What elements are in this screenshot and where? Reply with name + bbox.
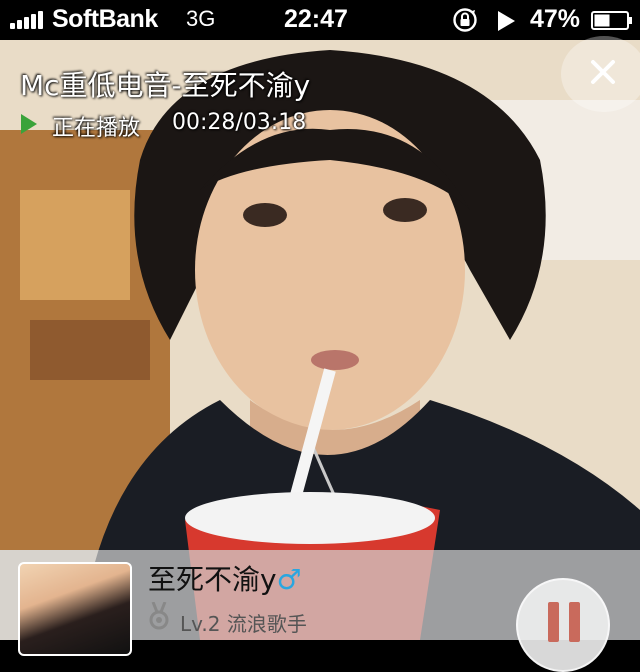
network-type: 3G: [186, 6, 216, 31]
pause-icon: [548, 602, 580, 642]
playback-time: 00:28/03:18: [172, 110, 307, 135]
battery-icon: [591, 11, 632, 30]
clock: 22:47: [284, 5, 348, 33]
medal-icon: [149, 602, 169, 630]
play-triangle-icon: [21, 114, 37, 134]
close-icon: [591, 60, 615, 84]
pause-button[interactable]: [516, 578, 610, 672]
battery-percent: 47%: [530, 5, 581, 33]
song-title: Mc重低电音-至死不渝y: [20, 69, 311, 102]
signal-icon: [10, 11, 48, 29]
close-button[interactable]: [561, 36, 640, 112]
male-icon: ♂: [276, 563, 302, 596]
carrier-label: SoftBank: [52, 5, 158, 33]
avatar[interactable]: [18, 562, 132, 656]
artist-name-text: 至死不渝y: [148, 563, 277, 596]
play-icon: [498, 11, 515, 31]
status-bar: SoftBank 3G 22:47 47%: [0, 0, 640, 40]
rotation-lock-icon: [453, 8, 477, 32]
now-playing-bar: 至死不渝y♂ Lv.2 流浪歌手: [0, 550, 640, 672]
level-label: Lv.2 流浪歌手: [180, 612, 307, 636]
now-playing-label: 正在播放: [52, 116, 141, 141]
artist-name[interactable]: 至死不渝y♂: [148, 558, 302, 598]
